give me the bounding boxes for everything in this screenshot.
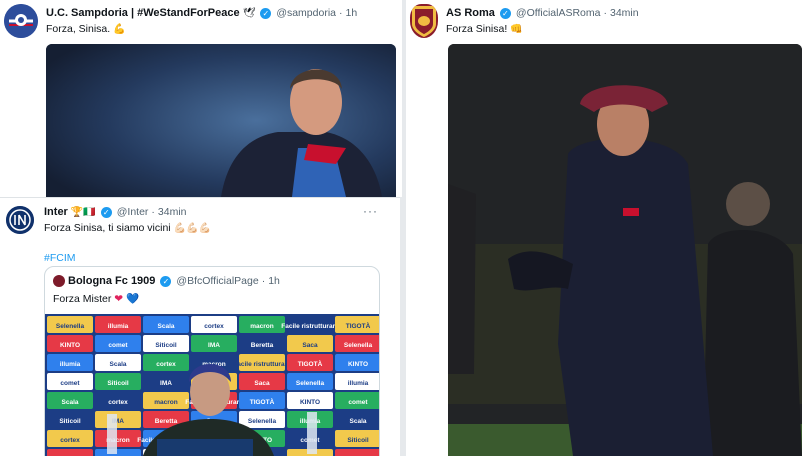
red-heart-icon: ❤ <box>114 293 124 305</box>
sponsor-label: KINTO <box>60 342 80 349</box>
tweet-text: Forza Sinisa! 👊 <box>446 23 639 35</box>
sponsor-label: Scala <box>158 323 175 330</box>
sponsor-tile <box>47 449 93 456</box>
sponsor-label: IMA <box>208 342 220 349</box>
blue-heart-icon: 💙 <box>126 293 140 305</box>
sponsor-label: Facile ristrutturare <box>233 361 291 368</box>
display-name[interactable]: U.C. Sampdoria | #WeStandForPeace <box>46 7 240 19</box>
sponsor-label: Selenella <box>56 323 85 330</box>
sponsor-label: Saca <box>254 380 270 387</box>
avatar[interactable] <box>410 4 438 38</box>
handle[interactable]: @sampdoria <box>276 7 336 19</box>
sponsor-label: cortex <box>108 399 128 406</box>
sponsor-label: Siticoil <box>59 418 81 425</box>
flexed-arm-icon: 💪🏻💪🏻💪🏻 <box>173 223 211 234</box>
sponsor-label: cortex <box>60 437 80 444</box>
sponsor-label: Selenella <box>248 418 277 425</box>
sponsor-label: cortex <box>156 361 176 368</box>
sponsor-label: Siticoil <box>347 437 369 444</box>
sponsor-label: Saca <box>302 342 318 349</box>
display-name[interactable]: Inter <box>44 206 68 218</box>
sponsor-label: IMA <box>160 380 172 387</box>
trophy-flag-icon: 🏆🇮🇹 <box>70 206 96 218</box>
sponsor-label: Scala <box>62 399 79 406</box>
tweet-text: Forza Sinisa, ti siamo vicini 💪🏻💪🏻💪🏻 <box>44 222 211 234</box>
separator: · <box>339 7 343 19</box>
hashtag-link[interactable]: #FCIM <box>44 252 211 264</box>
avatar[interactable] <box>4 204 36 236</box>
sponsor-label: Siticoil <box>155 342 177 349</box>
handle[interactable]: @Inter <box>117 206 149 218</box>
sponsor-label: macron <box>250 323 274 330</box>
sponsor-label: comet <box>60 380 80 387</box>
verified-badge-icon: ✓ <box>100 206 112 218</box>
tweet-body: Forza Sinisa! <box>446 23 508 35</box>
verified-badge-icon: ✓ <box>260 7 272 19</box>
sponsor-label: cortex <box>204 323 224 330</box>
tweet-photo[interactable] <box>448 44 802 456</box>
tweet-sampdoria[interactable]: U.C. Sampdoria | #WeStandForPeace 🕊 ✓ @s… <box>0 0 402 197</box>
sponsor-label: illumia <box>348 380 369 387</box>
tweet-photo[interactable] <box>46 44 396 197</box>
sponsor-tile <box>95 449 141 456</box>
handle[interactable]: @OfficialASRoma <box>516 7 601 19</box>
tweet-body: Forza, Sinisa. <box>46 23 111 35</box>
separator: · <box>151 206 155 218</box>
sponsor-label: comet <box>108 342 128 349</box>
quote-photo[interactable]: Selenella illumia Scala cortex macron Facile … <box>45 314 379 456</box>
timestamp[interactable]: 34min <box>610 7 639 19</box>
more-options-icon[interactable]: ··· <box>363 204 378 218</box>
sponsor-label: KINTO <box>348 361 368 368</box>
tweet-inter[interactable]: Inter 🏆🇮🇹 ✓ @Inter · 34min Forza Sinisa,… <box>0 197 400 456</box>
sponsor-label: TIGOTÀ <box>346 321 371 330</box>
quoted-tweet[interactable]: Bologna Fc 1909 ✓ @BfcOfficialPage · 1h … <box>44 266 380 456</box>
sponsor-label: comet <box>348 399 368 406</box>
sponsor-label: Selenella <box>344 342 373 349</box>
verified-badge-icon: ✓ <box>160 275 172 287</box>
timestamp[interactable]: 34min <box>158 206 187 218</box>
sponsor-label: illumia <box>60 361 81 368</box>
sponsor-label: Siticoil <box>107 380 129 387</box>
sponsor-label: KINTO <box>300 399 320 406</box>
sponsor-label: TIGOTÀ <box>298 359 323 368</box>
sponsor-label: Scala <box>110 361 127 368</box>
quote-timestamp[interactable]: 1h <box>268 275 280 287</box>
avatar[interactable] <box>4 4 38 38</box>
sponsor-label: illumia <box>108 323 129 330</box>
tweet-roma[interactable]: AS Roma ✓ @OfficialASRoma · 34min Forza … <box>406 0 810 456</box>
sponsor-label: TIGOTÀ <box>250 397 275 406</box>
tweet-body: Forza Sinisa, ti siamo vicini <box>44 222 171 234</box>
tweet-text: Forza, Sinisa. 💪 <box>46 23 357 35</box>
sponsor-label: Scala <box>350 418 367 425</box>
sponsor-label: Facile ristrutturare <box>281 323 339 330</box>
display-name[interactable]: AS Roma <box>446 7 495 19</box>
separator: · <box>261 275 266 287</box>
separator: · <box>603 7 607 19</box>
sponsor-label: Beretta <box>251 342 274 349</box>
sponsor-label: Beretta <box>155 418 178 425</box>
verified-badge-icon: ✓ <box>499 7 511 19</box>
fist-icon: 👊 <box>510 24 523 35</box>
flexed-arm-icon: 💪 <box>113 24 126 35</box>
timestamp[interactable]: 1h <box>346 7 358 19</box>
dove-icon: 🕊 <box>242 7 256 19</box>
quote-handle[interactable]: @BfcOfficialPage <box>176 275 258 287</box>
quote-text: Forza Mister ❤ 💙 <box>53 292 139 305</box>
tweets-collage: U.C. Sampdoria | #WeStandForPeace 🕊 ✓ @s… <box>0 0 810 456</box>
sponsor-tile <box>335 449 379 456</box>
quote-display-name[interactable]: Bologna Fc 1909 <box>68 275 155 287</box>
sponsor-label: Selenella <box>296 380 325 387</box>
quote-avatar[interactable] <box>53 275 65 287</box>
quote-body: Forza Mister <box>53 293 112 305</box>
sponsor-label: macron <box>154 399 178 406</box>
